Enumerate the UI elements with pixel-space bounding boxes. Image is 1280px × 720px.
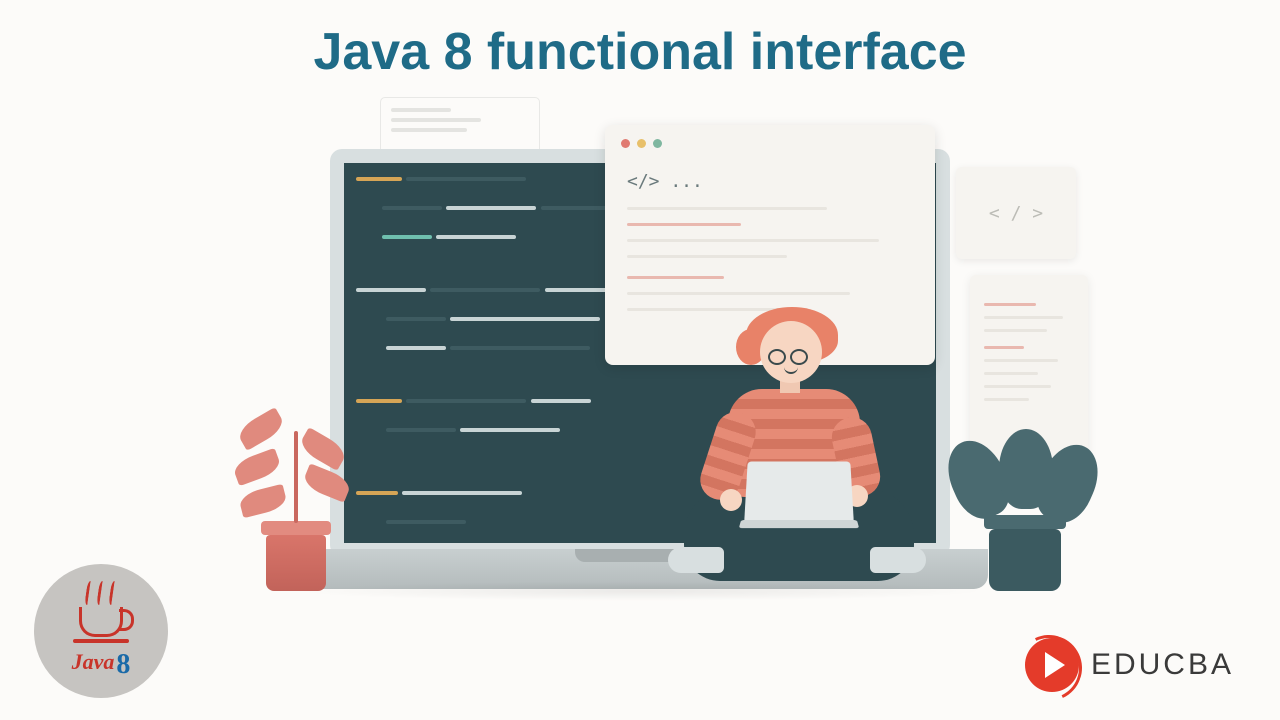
java8-label: Java8 <box>72 649 131 681</box>
code-label: </> ... <box>627 171 703 192</box>
hero-illustration: </> ... < / > <box>250 105 1030 635</box>
plant-right-icon <box>989 515 1066 591</box>
educba-logo: EDUCBA <box>1025 638 1234 692</box>
page-title: Java 8 functional interface <box>0 22 1280 82</box>
coffee-cup-icon <box>79 607 123 637</box>
play-circle-icon <box>1025 638 1079 692</box>
steam-icon <box>86 581 117 605</box>
window-controls-icon <box>605 125 935 166</box>
code-lines <box>356 177 635 543</box>
code-tag-card: < / > <box>956 167 1076 259</box>
developer-illustration <box>664 321 924 601</box>
educba-text: EDUCBA <box>1091 648 1234 682</box>
java8-badge: Java8 <box>34 564 168 698</box>
